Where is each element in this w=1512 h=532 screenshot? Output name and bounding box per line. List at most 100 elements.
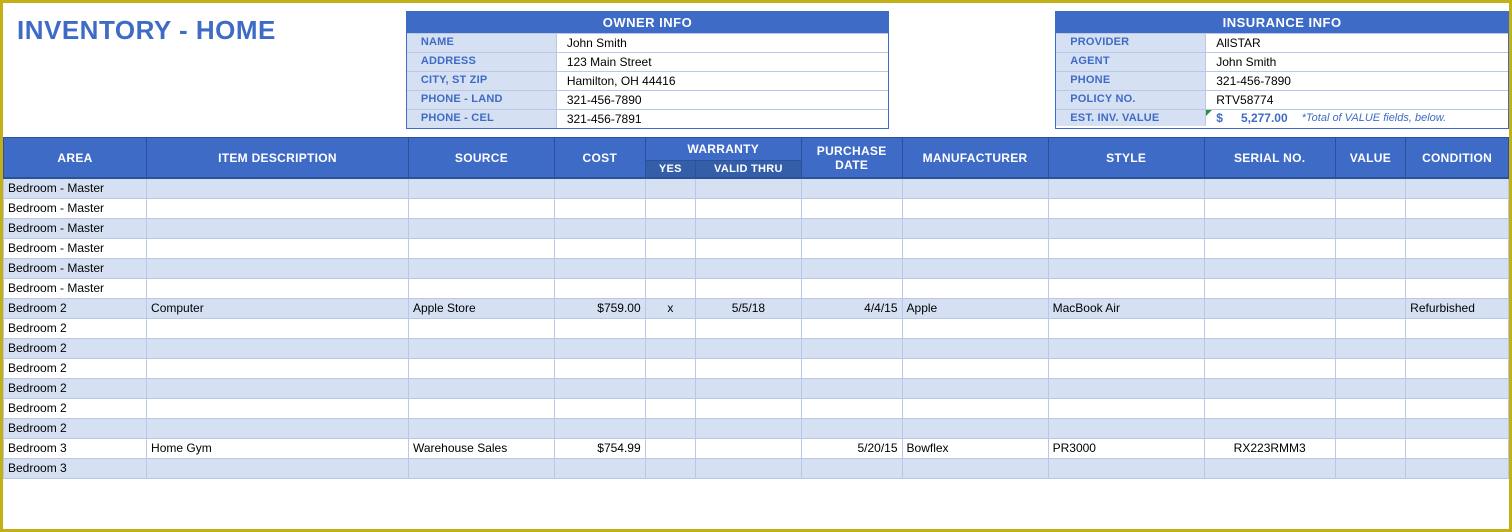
cell-pdate[interactable] bbox=[801, 198, 902, 218]
cell-source[interactable] bbox=[408, 378, 554, 398]
col-mfr[interactable]: MANUFACTURER bbox=[902, 138, 1048, 179]
cell-area[interactable]: Bedroom 2 bbox=[4, 338, 147, 358]
cell-value[interactable] bbox=[1335, 358, 1406, 378]
cell-wthru[interactable] bbox=[696, 338, 802, 358]
cell-wthru[interactable] bbox=[696, 438, 802, 458]
cell-cond[interactable] bbox=[1406, 198, 1509, 218]
cell-source[interactable]: Warehouse Sales bbox=[408, 438, 554, 458]
cell-serial[interactable] bbox=[1204, 178, 1335, 198]
cell-area[interactable]: Bedroom 2 bbox=[4, 418, 147, 438]
cell-cost[interactable] bbox=[555, 278, 646, 298]
cell-cond[interactable]: Refurbished bbox=[1406, 298, 1509, 318]
cell-cond[interactable] bbox=[1406, 418, 1509, 438]
cell-style[interactable] bbox=[1048, 458, 1204, 478]
cell-value[interactable] bbox=[1335, 318, 1406, 338]
cell-pdate[interactable] bbox=[801, 238, 902, 258]
cell-area[interactable]: Bedroom 2 bbox=[4, 298, 147, 318]
cell-pdate[interactable] bbox=[801, 398, 902, 418]
cell-cost[interactable] bbox=[555, 238, 646, 258]
cell-area[interactable]: Bedroom - Master bbox=[4, 278, 147, 298]
cell-cond[interactable] bbox=[1406, 238, 1509, 258]
cell-serial[interactable] bbox=[1204, 338, 1335, 358]
cell-mfr[interactable]: Bowflex bbox=[902, 438, 1048, 458]
cell-source[interactable] bbox=[408, 338, 554, 358]
cell-source[interactable] bbox=[408, 418, 554, 438]
cell-pdate[interactable] bbox=[801, 258, 902, 278]
cell-value[interactable] bbox=[1335, 418, 1406, 438]
cell-wyes[interactable] bbox=[645, 458, 695, 478]
cell-cost[interactable] bbox=[555, 378, 646, 398]
cell-serial[interactable] bbox=[1204, 298, 1335, 318]
cell-cost[interactable] bbox=[555, 418, 646, 438]
cell-wyes[interactable] bbox=[645, 418, 695, 438]
cell-area[interactable]: Bedroom 2 bbox=[4, 358, 147, 378]
owner-value-name[interactable]: John Smith bbox=[557, 34, 888, 52]
cell-source[interactable] bbox=[408, 238, 554, 258]
cell-mfr[interactable] bbox=[902, 458, 1048, 478]
cell-wyes[interactable] bbox=[645, 338, 695, 358]
ins-value-phone[interactable]: 321-456-7890 bbox=[1206, 72, 1508, 90]
col-warranty-yes[interactable]: YES bbox=[645, 161, 695, 179]
cell-style[interactable]: PR3000 bbox=[1048, 438, 1204, 458]
cell-cond[interactable] bbox=[1406, 398, 1509, 418]
cell-serial[interactable] bbox=[1204, 398, 1335, 418]
cell-cond[interactable] bbox=[1406, 358, 1509, 378]
cell-serial[interactable] bbox=[1204, 218, 1335, 238]
cell-style[interactable] bbox=[1048, 258, 1204, 278]
cell-serial[interactable] bbox=[1204, 318, 1335, 338]
col-serial[interactable]: SERIAL NO. bbox=[1204, 138, 1335, 179]
cell-mfr[interactable] bbox=[902, 258, 1048, 278]
cell-area[interactable]: Bedroom 3 bbox=[4, 458, 147, 478]
cell-area[interactable]: Bedroom - Master bbox=[4, 178, 147, 198]
cell-source[interactable] bbox=[408, 318, 554, 338]
cell-desc[interactable] bbox=[147, 458, 409, 478]
cell-desc[interactable] bbox=[147, 358, 409, 378]
cell-value[interactable] bbox=[1335, 458, 1406, 478]
cell-cost[interactable] bbox=[555, 218, 646, 238]
cell-desc[interactable] bbox=[147, 198, 409, 218]
cell-style[interactable] bbox=[1048, 278, 1204, 298]
cell-wyes[interactable] bbox=[645, 278, 695, 298]
cell-cost[interactable] bbox=[555, 358, 646, 378]
cell-value[interactable] bbox=[1335, 218, 1406, 238]
cell-serial[interactable] bbox=[1204, 198, 1335, 218]
cell-wthru[interactable] bbox=[696, 178, 802, 198]
col-value[interactable]: VALUE bbox=[1335, 138, 1406, 179]
cell-value[interactable] bbox=[1335, 338, 1406, 358]
cell-value[interactable] bbox=[1335, 258, 1406, 278]
cell-value[interactable] bbox=[1335, 178, 1406, 198]
cell-desc[interactable] bbox=[147, 258, 409, 278]
cell-wyes[interactable] bbox=[645, 198, 695, 218]
cell-mfr[interactable] bbox=[902, 398, 1048, 418]
cell-mfr[interactable] bbox=[902, 418, 1048, 438]
cell-area[interactable]: Bedroom - Master bbox=[4, 218, 147, 238]
cell-cost[interactable] bbox=[555, 318, 646, 338]
cell-pdate[interactable] bbox=[801, 278, 902, 298]
cell-style[interactable] bbox=[1048, 238, 1204, 258]
cell-area[interactable]: Bedroom 2 bbox=[4, 318, 147, 338]
cell-source[interactable] bbox=[408, 258, 554, 278]
cell-desc[interactable] bbox=[147, 178, 409, 198]
ins-value-agent[interactable]: John Smith bbox=[1206, 53, 1508, 71]
cell-pdate[interactable] bbox=[801, 458, 902, 478]
cell-cond[interactable] bbox=[1406, 258, 1509, 278]
cell-wyes[interactable] bbox=[645, 318, 695, 338]
col-warranty[interactable]: WARRANTY bbox=[645, 138, 801, 161]
cell-cost[interactable]: $754.99 bbox=[555, 438, 646, 458]
cell-pdate[interactable] bbox=[801, 418, 902, 438]
cell-wyes[interactable] bbox=[645, 218, 695, 238]
cell-style[interactable] bbox=[1048, 178, 1204, 198]
cell-wyes[interactable]: x bbox=[645, 298, 695, 318]
cell-area[interactable]: Bedroom 3 bbox=[4, 438, 147, 458]
cell-mfr[interactable] bbox=[902, 358, 1048, 378]
cell-serial[interactable] bbox=[1204, 258, 1335, 278]
cell-cost[interactable] bbox=[555, 258, 646, 278]
cell-value[interactable] bbox=[1335, 398, 1406, 418]
cell-mfr[interactable] bbox=[902, 238, 1048, 258]
cell-value[interactable] bbox=[1335, 198, 1406, 218]
ins-value-provider[interactable]: AllSTAR bbox=[1206, 34, 1508, 52]
col-source[interactable]: SOURCE bbox=[408, 138, 554, 179]
cell-desc[interactable]: Computer bbox=[147, 298, 409, 318]
cell-mfr[interactable] bbox=[902, 278, 1048, 298]
cell-area[interactable]: Bedroom - Master bbox=[4, 258, 147, 278]
